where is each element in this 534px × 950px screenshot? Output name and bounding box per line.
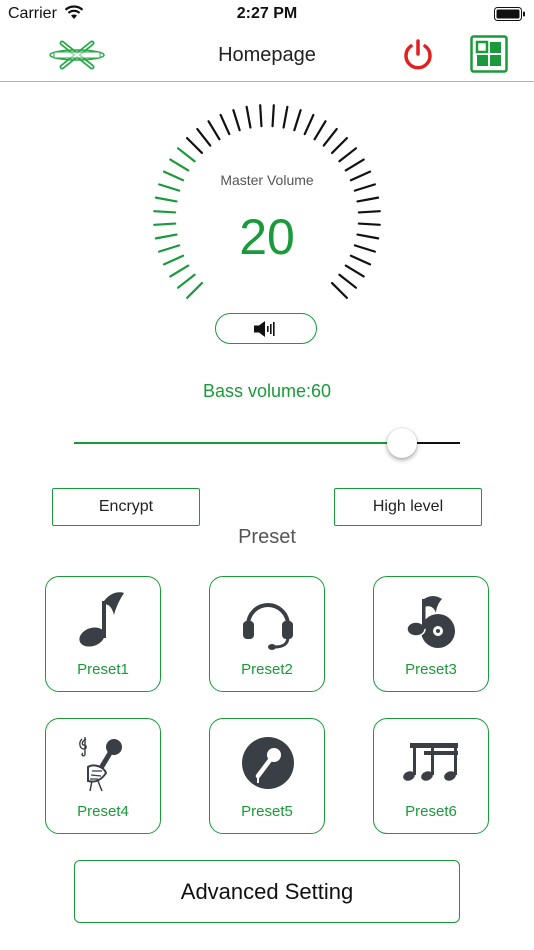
preset-6-label: Preset6 (405, 803, 457, 820)
volume-tick (185, 281, 204, 300)
preset-4-label: Preset4 (77, 803, 129, 820)
slider-thumb[interactable] (387, 428, 418, 458)
volume-tick (330, 281, 349, 300)
volume-tick (259, 104, 263, 128)
volume-tick (271, 104, 275, 128)
preset-5-button[interactable]: Preset5 (209, 718, 325, 834)
volume-tick (154, 196, 178, 203)
preset-2-label: Preset2 (241, 661, 293, 678)
volume-tick (293, 109, 302, 132)
volume-tick (196, 127, 212, 147)
microphone-icon (242, 737, 294, 789)
volume-tick (356, 196, 380, 203)
volume-tick (313, 120, 327, 141)
preset-3-label: Preset3 (405, 661, 457, 678)
bass-volume-label: Bass volume:60 (202, 381, 332, 401)
music-notes-icon (403, 743, 458, 781)
preset-5-label: Preset5 (241, 803, 293, 820)
master-volume-value: 20 (239, 209, 295, 265)
volume-tick (338, 273, 358, 289)
preset-heading: Preset (238, 526, 296, 548)
volume-tick (344, 158, 365, 172)
volume-tick (303, 113, 315, 136)
volume-tick (245, 105, 252, 129)
encrypt-button[interactable]: Encrypt (52, 488, 200, 526)
volume-tick (232, 109, 241, 132)
preset-6-button[interactable]: Preset6 (373, 718, 489, 834)
preset-2-button[interactable]: Preset2 (209, 576, 325, 692)
volume-tick (185, 136, 204, 155)
volume-tick (176, 273, 196, 289)
volume-tick (176, 147, 196, 163)
volume-tick (219, 113, 231, 136)
advanced-setting-button[interactable]: Advanced Setting (74, 860, 460, 923)
music-disc-icon (406, 596, 455, 648)
volume-tick (169, 158, 190, 172)
volume-tick (207, 120, 221, 141)
volume-tick (322, 127, 338, 147)
volume-tick (330, 136, 349, 155)
volume-tick (338, 147, 358, 163)
high-level-button[interactable]: High level (334, 488, 482, 526)
preset-3-button[interactable]: Preset3 (373, 576, 489, 692)
preset-1-label: Preset1 (77, 661, 129, 678)
headset-icon (243, 603, 293, 650)
mute-button[interactable] (215, 313, 317, 344)
speaker-icon (254, 320, 275, 337)
volume-tick (344, 264, 365, 278)
preset-4-button[interactable]: Preset4 (45, 718, 161, 834)
preset-1-button[interactable]: Preset1 (45, 576, 161, 692)
music-note-icon (79, 592, 124, 647)
master-volume-label: Master Volume (220, 172, 314, 188)
singer-microphone-icon (79, 737, 122, 792)
volume-tick (282, 105, 289, 129)
slider-filled-track (74, 442, 403, 444)
master-volume-dial[interactable] (0, 0, 534, 330)
volume-tick (169, 264, 190, 278)
bass-volume-slider[interactable] (74, 427, 460, 459)
